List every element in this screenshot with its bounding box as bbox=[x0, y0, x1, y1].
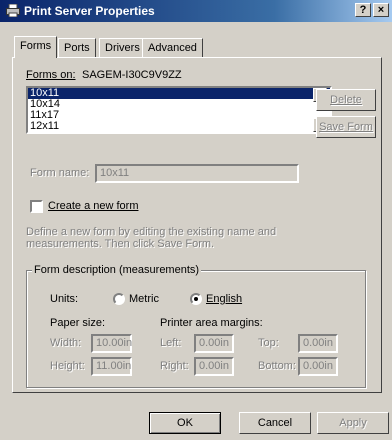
printer-icon bbox=[6, 4, 20, 17]
delete-button[interactable]: Delete bbox=[316, 89, 376, 111]
cancel-button[interactable]: Cancel bbox=[239, 412, 311, 434]
bottom-margin-label: Bottom: bbox=[258, 360, 296, 372]
metric-radio[interactable] bbox=[113, 293, 125, 305]
radio-selected-dot bbox=[194, 297, 198, 301]
window-title: Print Server Properties bbox=[24, 4, 155, 18]
english-radio[interactable] bbox=[190, 293, 202, 305]
form-description-title: Form description (measurements) bbox=[32, 264, 202, 276]
left-margin-label: Left: bbox=[160, 337, 182, 349]
english-label: English bbox=[206, 293, 242, 305]
left-margin-field[interactable]: 0.00in bbox=[194, 334, 234, 353]
paper-size-label: Paper size: bbox=[50, 317, 106, 329]
forms-on-text: Forms on: bbox=[26, 69, 76, 81]
create-new-form-text: Create a new form bbox=[48, 200, 139, 212]
width-field[interactable]: 10.00in bbox=[91, 334, 132, 353]
form-name-field[interactable]: 10x11 bbox=[95, 164, 299, 183]
tab-advanced[interactable]: Advanced bbox=[142, 38, 203, 57]
form-name-label: Form name: bbox=[30, 167, 90, 179]
tab-forms[interactable]: Forms bbox=[14, 36, 58, 58]
create-new-form-label: Create a new form bbox=[48, 200, 138, 212]
printer-margins-label: Printer area margins: bbox=[160, 317, 263, 329]
tab-label: Drivers bbox=[105, 42, 140, 54]
tab-drivers[interactable]: Drivers bbox=[99, 38, 146, 57]
bottom-margin-field[interactable]: 0.00in bbox=[298, 357, 338, 376]
instructions-text: Define a new form by editing the existin… bbox=[26, 226, 277, 250]
right-margin-label: Right: bbox=[160, 360, 189, 372]
width-label: Width: bbox=[50, 337, 82, 349]
save-form-button[interactable]: Save Form bbox=[316, 116, 376, 138]
forms-list[interactable]: 10x11 10x14 11x17 12x11 bbox=[26, 86, 332, 134]
list-item[interactable]: 12x11 bbox=[28, 121, 330, 132]
top-margin-label: Top: bbox=[258, 337, 279, 349]
tab-label: Advanced bbox=[148, 42, 197, 54]
save-form-label: Save Form bbox=[319, 121, 373, 133]
title-bar[interactable]: Print Server Properties ? × bbox=[0, 0, 392, 22]
ok-button[interactable]: OK bbox=[149, 412, 221, 434]
list-item[interactable]: 10x11 bbox=[28, 88, 330, 99]
tab-ports[interactable]: Ports bbox=[58, 38, 96, 57]
apply-button[interactable]: Apply bbox=[317, 412, 389, 434]
create-new-form-checkbox[interactable] bbox=[30, 200, 43, 213]
list-item[interactable]: 10x14 bbox=[28, 99, 330, 110]
close-button[interactable]: × bbox=[373, 3, 389, 17]
top-margin-field[interactable]: 0.00in bbox=[298, 334, 338, 353]
right-margin-field[interactable]: 0.00in bbox=[194, 357, 234, 376]
delete-label: Delete bbox=[330, 94, 362, 106]
units-label: Units: bbox=[50, 293, 79, 305]
print-server-properties-dialog: Print Server Properties ? × Forms Ports … bbox=[0, 0, 392, 440]
tab-label: Forms bbox=[20, 40, 52, 52]
height-label: Height: bbox=[50, 360, 85, 372]
list-item[interactable]: 11x17 bbox=[28, 110, 330, 121]
height-field[interactable]: 11.00in bbox=[91, 357, 132, 376]
metric-label: Metric bbox=[129, 293, 159, 305]
forms-on-label: Forms on: bbox=[26, 69, 76, 81]
english-text: English bbox=[206, 293, 243, 305]
server-name: SAGEM-I30C9V9ZZ bbox=[82, 69, 182, 81]
help-button[interactable]: ? bbox=[355, 3, 371, 17]
tab-label: Ports bbox=[64, 42, 90, 54]
